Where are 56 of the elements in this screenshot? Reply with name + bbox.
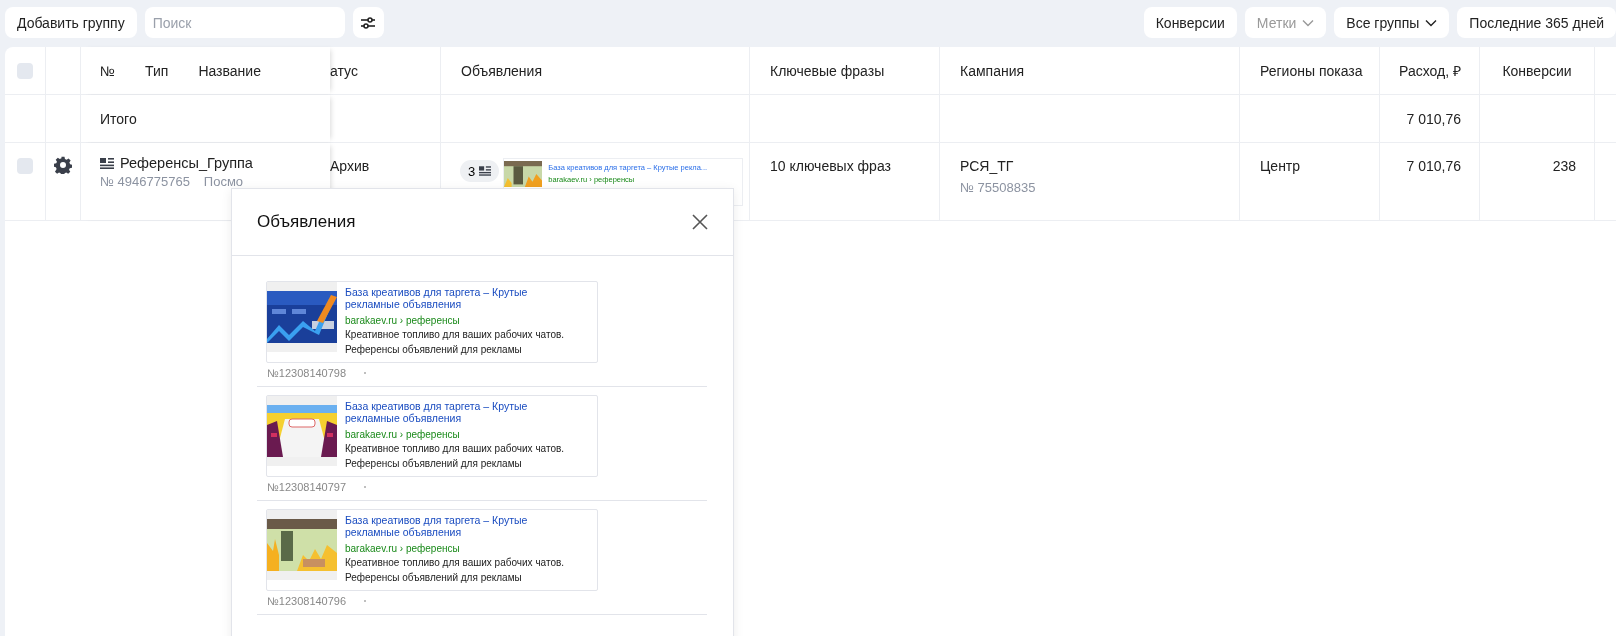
- ad-text: Референсы объявлений для рекламы: [345, 571, 523, 585]
- list-icon: [479, 166, 492, 176]
- ad-text: Креативное топливо для ваших рабочих чатов.: [345, 328, 565, 342]
- gear-icon[interactable]: [54, 156, 72, 174]
- add-group-button[interactable]: Добавить группу: [5, 7, 137, 38]
- ad-url: barakaev.ru › референсы: [345, 429, 461, 441]
- ad-title-link[interactable]: База креативов для таргета – Крутые рекламные объявления: [345, 514, 555, 538]
- popup-title: Объявления: [257, 212, 356, 232]
- column-header: Название: [198, 62, 261, 79]
- column-header: Тип: [145, 62, 169, 79]
- group-name-link[interactable]: Референсы_Группа: [120, 155, 253, 171]
- ad-number: №12308140796: [267, 595, 347, 607]
- column-header: Ключевые фразы: [770, 62, 885, 79]
- total-label: Итого: [100, 110, 137, 127]
- ad-text: Креативное топливо для ваших рабочих чатов.: [345, 442, 565, 456]
- table-cell: 10 ключевых фраз: [770, 158, 891, 174]
- column-header: Объявления: [461, 62, 542, 79]
- ad-title-link[interactable]: База креативов для таргета – Крутые рекламные объявления: [345, 400, 555, 424]
- checkbox[interactable]: [17, 62, 33, 79]
- filter-dropdown-button[interactable]: Конверсии: [1143, 7, 1237, 38]
- sliders-icon: [360, 15, 377, 30]
- campaign-number: № 75508835: [960, 180, 1036, 195]
- table-cell: 238: [1552, 158, 1576, 174]
- table-cell: 7 010,76: [1406, 158, 1461, 174]
- column-header: Расход, ₽: [1399, 62, 1461, 80]
- ad-text: Референсы объявлений для рекламы: [345, 457, 523, 471]
- ads-count-button[interactable]: 3: [460, 160, 500, 182]
- status-text: Архив: [330, 158, 370, 174]
- list-icon: [100, 157, 114, 169]
- filter-dropdown-button[interactable]: Все группы: [1334, 7, 1450, 38]
- ad-title-link[interactable]: База креативов для таргета – Крутые рекламные объявления: [345, 286, 555, 310]
- checkbox[interactable]: [17, 158, 33, 174]
- filter-dropdown-button[interactable]: Последние 365 дней: [1457, 7, 1616, 38]
- ad-url: barakaev.ru › референсы: [345, 315, 461, 327]
- group-number: № 4946775765: [100, 174, 190, 189]
- column-header: №: [100, 62, 116, 79]
- ad-url: barakaev.ru › референсы: [345, 543, 461, 555]
- search-field[interactable]: Поиск: [144, 7, 345, 38]
- ad-card[interactable]: База креативов для таргета – Крутые рекламные объявления barakaev.ru › референсы Креативное топливо для ваших рабочих чатов. Референсы объявлений для рекламы: [266, 281, 598, 363]
- close-icon[interactable]: [692, 214, 708, 230]
- column-header: Конверсии: [1502, 62, 1572, 79]
- ad-card[interactable]: База креативов для таргета – Крутые рекламные объявления barakaev.ru › референсы Креативное топливо для ваших рабочих чатов. Референсы объявлений для рекламы: [266, 395, 598, 477]
- ad-number: №12308140797: [267, 481, 347, 493]
- ad-text: Креативное топливо для ваших рабочих чатов.: [345, 556, 565, 570]
- ad-number: №12308140798: [267, 367, 347, 379]
- chevron-down-icon: [1302, 18, 1315, 27]
- chevron-down-icon: [1425, 18, 1438, 27]
- column-header: атус: [330, 62, 358, 79]
- filter-button[interactable]: [352, 7, 384, 38]
- column-header: Кампания: [960, 62, 1025, 79]
- column-header: Регионы показа: [1260, 62, 1363, 79]
- table-cell: Центр: [1260, 158, 1301, 174]
- ad-card[interactable]: База креативов для таргета – Крутые рекламные объявления barakaev.ru › референсы Креативное топливо для ваших рабочих чатов. Референсы объявлений для рекламы: [266, 509, 598, 591]
- table-cell: 7 010,76: [1406, 110, 1461, 127]
- campaign-name[interactable]: РСЯ_ТГ: [960, 158, 1014, 174]
- ad-text: Референсы объявлений для рекламы: [345, 343, 523, 357]
